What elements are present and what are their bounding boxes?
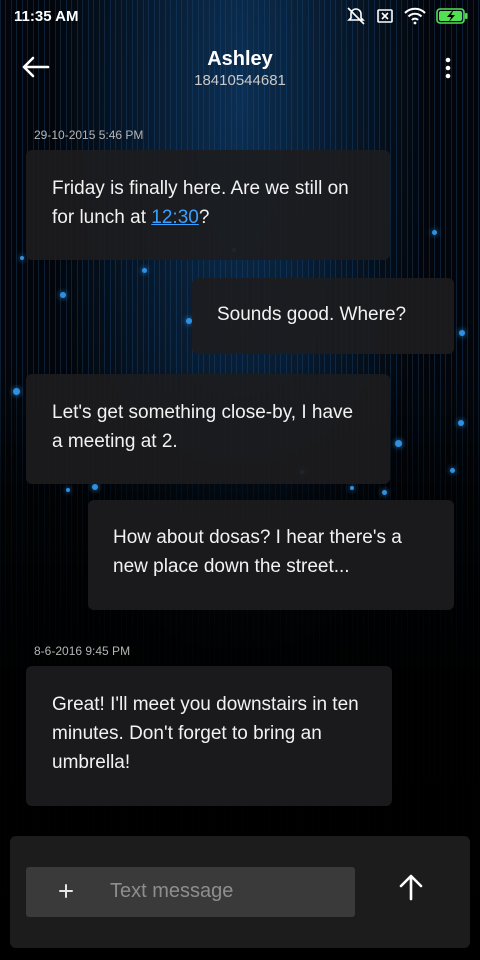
time-link[interactable]: 12:30	[151, 207, 199, 228]
message-text: Sounds good. Where?	[217, 304, 407, 325]
incoming-message-bubble[interactable]: Let's get something close-by, I have a m…	[26, 374, 390, 484]
message-text: Let's get something close-by, I have a m…	[52, 402, 354, 452]
message-text: ?	[198, 207, 210, 228]
status-icons	[346, 6, 468, 26]
wifi-icon	[404, 7, 426, 25]
message-input-placeholder: Text message	[110, 880, 234, 902]
send-button[interactable]	[396, 872, 426, 902]
more-vert-icon	[442, 57, 454, 86]
outgoing-message-bubble[interactable]: Sounds good. Where?	[192, 278, 454, 354]
more-options-button[interactable]	[442, 56, 454, 84]
message-composer: Text message	[10, 836, 470, 948]
sim-off-icon	[376, 7, 394, 25]
conversation-header: Ashley 18410544681	[0, 40, 480, 100]
arrow-up-icon	[396, 874, 426, 906]
status-bar: 11:35 AM	[0, 0, 480, 34]
incoming-message-bubble[interactable]: Friday is finally here. Are we still on …	[26, 150, 390, 260]
incoming-message-bubble[interactable]: Great! I'll meet you downstairs in ten m…	[26, 666, 392, 806]
contact-name: Ashley	[207, 48, 273, 70]
message-text: Great! I'll meet you downstairs in ten m…	[52, 694, 359, 773]
alarm-off-icon	[346, 6, 366, 26]
contact-number: 18410544681	[194, 72, 286, 89]
message-text: How about dosas? I hear there's a new pl…	[113, 527, 402, 577]
message-timestamp: 29-10-2015 5:46 PM	[34, 128, 144, 142]
attach-button[interactable]	[56, 881, 76, 901]
message-input[interactable]: Text message	[26, 867, 355, 917]
plus-icon	[56, 884, 76, 905]
message-timestamp: 8-6-2016 9:45 PM	[34, 644, 131, 658]
status-time: 11:35 AM	[14, 8, 79, 25]
battery-charging-icon	[436, 8, 468, 24]
outgoing-message-bubble[interactable]: How about dosas? I hear there's a new pl…	[88, 500, 454, 610]
